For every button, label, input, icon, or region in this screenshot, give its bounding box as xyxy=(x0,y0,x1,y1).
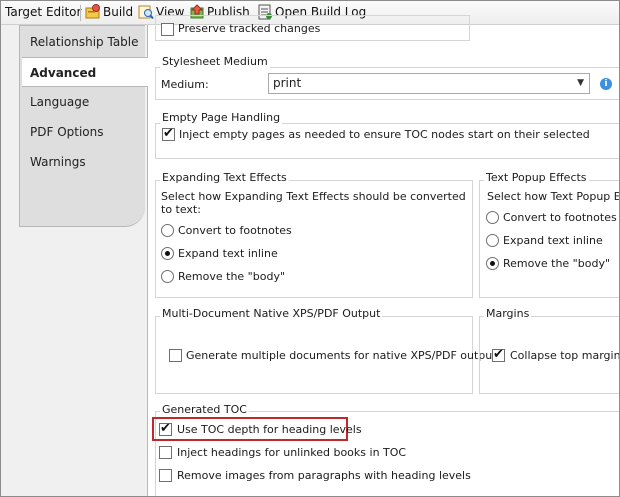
popup-remove-body-label: Remove the "body" xyxy=(503,257,611,270)
expanding-expand-inline-label: Expand text inline xyxy=(178,247,278,260)
build-icon xyxy=(85,4,100,19)
text-popup-title: Text Popup Effects xyxy=(484,171,589,184)
remove-images-label: Remove images from paragraphs with headi… xyxy=(177,469,471,482)
medium-select[interactable]: print ▼ xyxy=(268,73,590,94)
tab-pdf-options[interactable]: PDF Options xyxy=(22,117,145,147)
expanding-remove-body-label: Remove the "body" xyxy=(178,270,286,283)
target-editor-label: Target Editor xyxy=(5,5,82,19)
use-toc-depth-label: Use TOC depth for heading levels xyxy=(177,423,362,436)
expanding-convert-footnotes-label: Convert to footnotes xyxy=(178,224,292,237)
target-editor-window: Target Editor Build View Publish Open Bu… xyxy=(0,0,620,497)
checkmark-icon: ✔ xyxy=(160,421,171,436)
tab-language[interactable]: Language xyxy=(22,87,145,117)
build-button[interactable]: Build xyxy=(85,4,133,22)
build-label: Build xyxy=(103,5,134,19)
medium-select-value: print xyxy=(273,76,302,90)
tab-relationship-table[interactable]: Relationship Table xyxy=(22,27,145,57)
expanding-text-title: Expanding Text Effects xyxy=(160,171,289,184)
radio-dot xyxy=(165,251,170,256)
toolbar-separator xyxy=(80,5,81,21)
generate-multiple-documents-checkbox[interactable] xyxy=(169,349,182,362)
remove-images-checkbox[interactable] xyxy=(159,469,172,482)
empty-page-title: Empty Page Handling xyxy=(160,111,283,124)
use-toc-depth-checkbox[interactable]: ✔ xyxy=(159,421,172,436)
inject-empty-pages-checkbox[interactable]: ✔ xyxy=(162,126,175,141)
generate-multiple-documents-label: Generate multiple documents for native X… xyxy=(186,349,497,362)
inject-headings-checkbox[interactable] xyxy=(159,446,172,459)
advanced-panel: Preserve tracked changes Stylesheet Medi… xyxy=(147,15,620,496)
text-popup-description: Select how Text Popup Effe xyxy=(487,190,619,203)
expanding-expand-inline-radio[interactable] xyxy=(161,247,174,260)
expanding-remove-body-radio[interactable] xyxy=(161,270,174,283)
preserve-tracked-changes-checkbox[interactable] xyxy=(161,23,174,36)
popup-convert-footnotes-radio[interactable] xyxy=(486,211,499,224)
expanding-convert-footnotes-radio[interactable] xyxy=(161,224,174,237)
popup-expand-inline-radio[interactable] xyxy=(486,234,499,247)
checkmark-icon: ✔ xyxy=(163,126,174,141)
preserve-tracked-changes-label: Preserve tracked changes xyxy=(178,22,321,35)
tab-column: Relationship Table Advanced Language PDF… xyxy=(1,25,148,496)
medium-label: Medium: xyxy=(161,78,209,91)
collapse-top-margin-label: Collapse top margin at xyxy=(510,349,620,362)
expanding-text-description: Select how Expanding Text Effects should… xyxy=(161,190,466,216)
radio-dot xyxy=(490,261,495,266)
tab-warnings[interactable]: Warnings xyxy=(22,147,145,177)
collapse-top-margin-checkbox[interactable]: ✔ xyxy=(492,347,505,362)
view-icon xyxy=(138,5,154,20)
popup-remove-body-radio[interactable] xyxy=(486,257,499,270)
multi-document-title: Multi-Document Native XPS/PDF Output xyxy=(160,307,383,320)
generated-toc-title: Generated TOC xyxy=(160,403,249,416)
checkmark-icon: ✔ xyxy=(493,347,504,362)
chevron-down-icon: ▼ xyxy=(577,78,584,88)
inject-empty-pages-label: Inject empty pages as needed to ensure T… xyxy=(179,128,590,141)
popup-expand-inline-label: Expand text inline xyxy=(503,234,603,247)
info-icon[interactable]: i xyxy=(600,78,612,90)
popup-convert-footnotes-label: Convert to footnotes xyxy=(503,211,617,224)
margins-title: Margins xyxy=(484,307,532,320)
tab-advanced[interactable]: Advanced xyxy=(22,57,148,87)
inject-headings-label: Inject headings for unlinked books in TO… xyxy=(177,446,407,459)
stylesheet-medium-title: Stylesheet Medium xyxy=(160,55,270,68)
